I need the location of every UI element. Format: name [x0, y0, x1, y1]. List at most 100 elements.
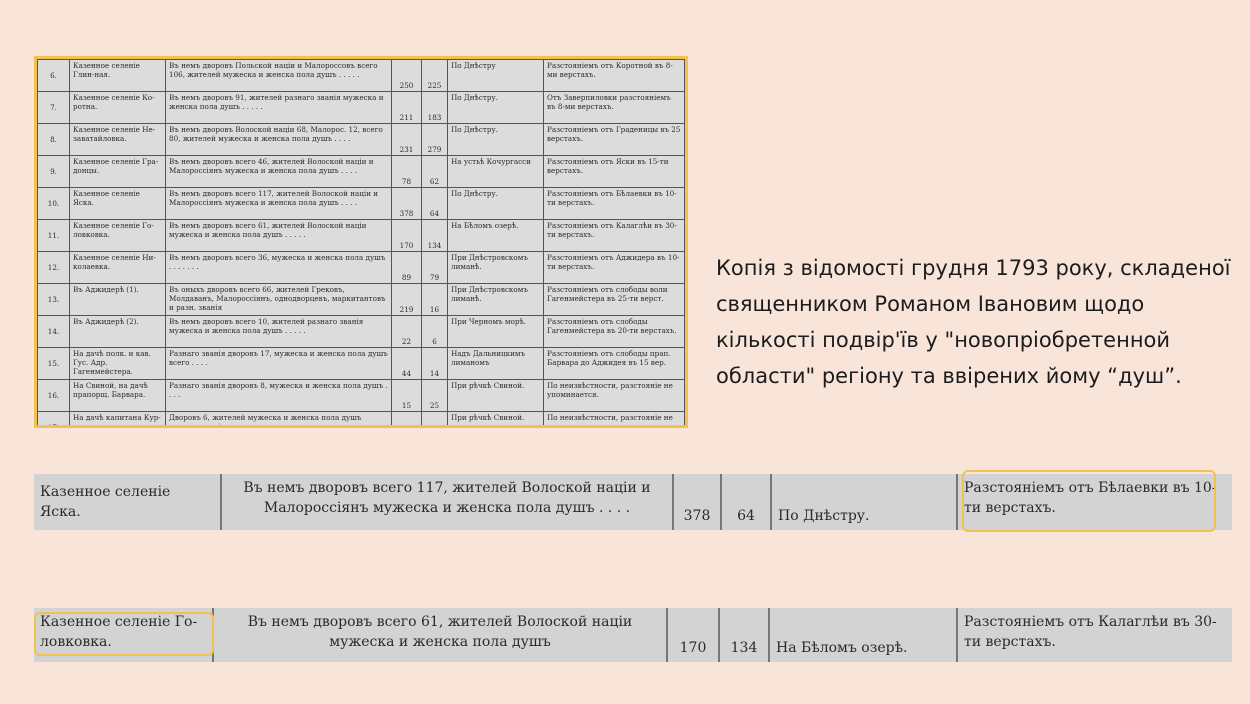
- scan-cell-dist: По неизвѣстности, разстоянiе не упоминае…: [543, 411, 685, 425]
- strip-women: 64: [737, 508, 755, 524]
- scan-cell-place: По Днѣстру.: [447, 123, 544, 156]
- scan-cell-desc: Въ немъ дворовъ Волоской націи 68, Малор…: [165, 123, 392, 156]
- scan-cell-desc: Разнаго званія дворовъ 17, мужеска и жен…: [165, 347, 392, 380]
- scan-cell-no: 10.: [37, 187, 70, 220]
- scan-cell-place: На устьѣ Кочургасси: [447, 155, 544, 188]
- scan-cell-m: 44: [391, 347, 422, 380]
- scan-row: 9. Казенное селеніе Гра-донцы. Въ немъ дво…: [37, 155, 685, 188]
- scan-cell-dist: Разстоянiемъ отъ Граденицы въ 25 верстах…: [543, 123, 685, 156]
- scan-cell-place: При Черномъ морѣ.: [447, 315, 544, 348]
- scan-row: 7. Казенное селеніе Ко-ротна. Въ немъ двор…: [37, 91, 685, 124]
- scan-cell-no: 13.: [37, 283, 70, 316]
- scan-cell-f: 62: [421, 155, 448, 188]
- scan-cell-dist: Разстоянiемъ отъ слободы прап. Барвара д…: [543, 347, 685, 380]
- scan-cell-m: 231: [391, 123, 422, 156]
- scan-cell-name: Казенное селеніе Яска.: [69, 187, 166, 220]
- scan-cell-name: Казенное селеніе Не-заватайловка.: [69, 123, 166, 156]
- scan-cell-m: 78: [391, 155, 422, 188]
- scan-cell-name: На дачѣ полк. и кав. Гус. Адр. Гагенмейс…: [69, 347, 166, 380]
- scan-cell-no: 7.: [37, 91, 70, 124]
- scan-cell-f: 279: [421, 123, 448, 156]
- scan-cell-desc: Разнаго званія дворовъ 8, мужеска и женс…: [165, 379, 392, 412]
- scan-cell-desc: Въ немъ дворовъ всего 36, мужеска и женс…: [165, 251, 392, 284]
- scan-cell-m: 219: [391, 283, 422, 316]
- strip-place: По Днѣстру.: [778, 508, 870, 524]
- scan-cell-f: 8: [421, 411, 448, 425]
- scan-cell-f: 6: [421, 315, 448, 348]
- scan-cell-desc: Въ немъ дворовъ всего 117, жителей Волос…: [165, 187, 392, 220]
- scan-cell-no: 11.: [37, 219, 70, 252]
- strip2-dist-cell: Разстоянiемъ отъ Калаглѣи въ 30-ти верст…: [958, 608, 1232, 662]
- scan-cell-name: Въ Аджидерѣ (2).: [69, 315, 166, 348]
- scan-cell-place: Надъ Дальницкимъ лиманомъ: [447, 347, 544, 380]
- scan-cell-m: 170: [391, 219, 422, 252]
- strip2-men-cell: 170: [668, 608, 720, 662]
- strip2-place-cell: На Бѣломъ озерѣ.: [770, 608, 958, 662]
- scan-cell-dist: Разстоянiемъ отъ Яски въ 15-ти верстахъ.: [543, 155, 685, 188]
- strip-place-cell: По Днѣстру.: [772, 474, 958, 530]
- scan-cell-dist: По неизвѣстности, разстоянiе не упоминае…: [543, 379, 685, 412]
- scan-cell-place: На Бѣломъ озерѣ.: [447, 219, 544, 252]
- scan-row: 8. Казенное селеніе Не-заватайловка. Въ не…: [37, 123, 685, 156]
- scan-cell-f: 14: [421, 347, 448, 380]
- scan-row: 13. Въ Аджидерѣ (1). Въ оныхъ дворовъ всег…: [37, 283, 685, 316]
- scan-cell-f: 134: [421, 219, 448, 252]
- strip-men: 378: [683, 508, 711, 524]
- scan-cell-f: 183: [421, 91, 448, 124]
- strip-desc: Въ немъ дворовъ всего 117, жителей Волос…: [243, 480, 651, 516]
- scan-cell-desc: Въ немъ дворовъ всего 61, жителей Волоск…: [165, 219, 392, 252]
- scan-cell-f: 79: [421, 251, 448, 284]
- scan-cell-dist: Разстоянiемъ отъ слободы Гагенмейстера в…: [543, 315, 685, 348]
- scan-cell-no: 12.: [37, 251, 70, 284]
- scan-cell-no: 9.: [37, 155, 70, 188]
- strip-desc-cell: Въ немъ дворовъ всего 117, жителей Волос…: [222, 474, 674, 530]
- caption-text: Копія з відомості грудня 1793 року, скла…: [716, 256, 1231, 388]
- scan-cell-place: При рѣчкѣ Свиной.: [447, 411, 544, 425]
- scan-cell-name: На дачѣ капитана Кур-ты.: [69, 411, 166, 425]
- scan-cell-m: 15: [391, 379, 422, 412]
- scan-row: 12. Казенное селеніе Ни-колаевка. Въ немъ …: [37, 251, 685, 284]
- highlight-name-holovkovka: [34, 612, 214, 656]
- scan-cell-place: По Днѣстру.: [447, 91, 544, 124]
- scan-cell-name: Въ Аджидерѣ (1).: [69, 283, 166, 316]
- scan-cell-place: При рѣчкѣ Свиной.: [447, 379, 544, 412]
- scan-cell-name: Казенное селеніе Гра-донцы.: [69, 155, 166, 188]
- scan-cell-m: 22: [391, 315, 422, 348]
- scan-cell-name: Казенное селеніе Глин-ная.: [69, 59, 166, 92]
- scan-cell-m: 6: [391, 411, 422, 425]
- strip2-place: На Бѣломъ озерѣ.: [776, 640, 908, 656]
- scan-cell-dist: Разстоянiемъ отъ Аджидера въ 10-ти верст…: [543, 251, 685, 284]
- strip-name: Казенное селеніе Яска.: [40, 484, 171, 520]
- scan-cell-desc: Въ немъ дворовъ Польской націи и Малорос…: [165, 59, 392, 92]
- scan-cell-no: 16.: [37, 379, 70, 412]
- scan-cell-no: 8.: [37, 123, 70, 156]
- scan-cell-no: 15.: [37, 347, 70, 380]
- scan-row: 11. Казенное селеніе Го-ловковка. Въ немъ …: [37, 219, 685, 252]
- strip-men-cell: 378: [674, 474, 722, 530]
- scan-row: 6. Казенное селеніе Глин-ная. Въ немъ двор…: [37, 59, 685, 92]
- scan-cell-dist: Разстоянiемъ отъ Калаглѣи въ 30-ти верст…: [543, 219, 685, 252]
- scan-cell-dist: Разстоянiемъ отъ слободы воли Гагенмейст…: [543, 283, 685, 316]
- scan-cell-dist: Разстоянiемъ отъ Коротной въ 8-ми верста…: [543, 59, 685, 92]
- scan-row: 17. На дачѣ капитана Кур-ты. Дворовъ 6, жи…: [37, 411, 685, 425]
- scan-row: 14. Въ Аджидерѣ (2). Въ немъ дворовъ всего…: [37, 315, 685, 348]
- scan-cell-f: 16: [421, 283, 448, 316]
- strip-women-cell: 64: [722, 474, 772, 530]
- scan-row: 15. На дачѣ полк. и кав. Гус. Адр. Гагенм…: [37, 347, 685, 380]
- scan-cell-m: 211: [391, 91, 422, 124]
- scan-cell-m: 378: [391, 187, 422, 220]
- scan-row: 16. На Свиной, на дачѣ прапорщ. Барвара. Р…: [37, 379, 685, 412]
- strip2-men: 170: [679, 640, 707, 656]
- highlight-distance-yaska: [962, 470, 1216, 532]
- scan-table: 6. Казенное селеніе Глин-ная. Въ немъ двор…: [37, 59, 685, 425]
- scan-cell-place: По Днѣстру.: [447, 187, 544, 220]
- scan-cell-m: 250: [391, 59, 422, 92]
- scan-cell-desc: Въ оныхъ дворовъ всего 66, жителей Греко…: [165, 283, 392, 316]
- scan-cell-place: При Днѣстровскомъ лиманѣ.: [447, 283, 544, 316]
- scan-cell-no: 6.: [37, 59, 70, 92]
- scan-cell-no: 14.: [37, 315, 70, 348]
- scan-cell-no: 17.: [37, 411, 70, 425]
- scan-cell-f: 64: [421, 187, 448, 220]
- scan-cell-f: 225: [421, 59, 448, 92]
- strip2-desc-cell: Въ немъ дворовъ всего 61, жителей Волоск…: [214, 608, 668, 662]
